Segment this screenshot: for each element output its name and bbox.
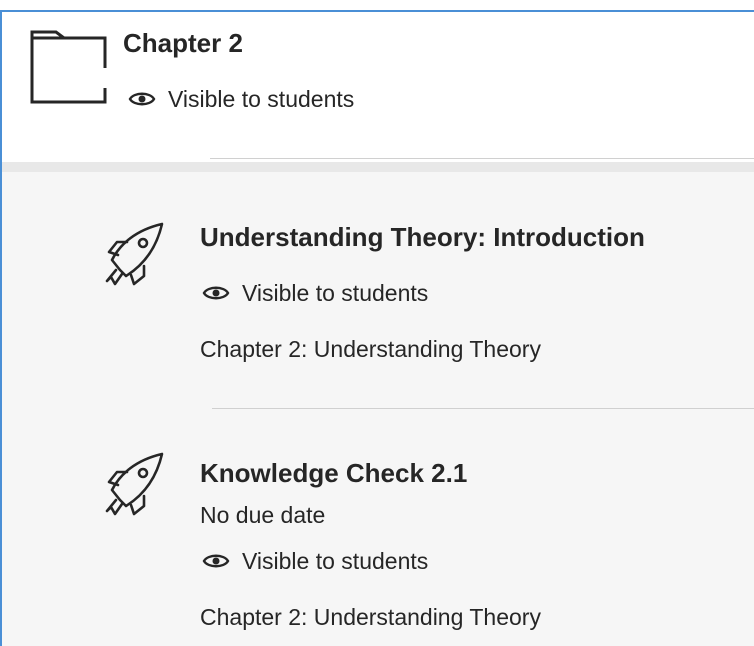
item-title[interactable]: Knowledge Check 2.1: [200, 458, 467, 489]
eye-icon: [202, 286, 230, 300]
rocket-icon: [105, 452, 164, 516]
visibility-label: Visible to students: [242, 279, 429, 306]
item-location: Chapter 2: Understanding Theory: [200, 336, 541, 362]
eye-icon: [128, 92, 156, 106]
visibility-label: Visible to students: [242, 547, 429, 574]
item-due-date: No due date: [200, 502, 326, 528]
item-visibility[interactable]: Visible to students: [202, 278, 428, 308]
folder-title[interactable]: Chapter 2: [123, 28, 243, 59]
item-visibility[interactable]: Visible to students: [202, 546, 428, 576]
folder-contents: Understanding Theory: Introduction Visib…: [2, 172, 754, 646]
eye-icon: [202, 554, 230, 568]
folder-content-band: [2, 162, 754, 172]
visibility-label: Visible to students: [168, 85, 355, 112]
folder-icon: [30, 30, 107, 104]
folder-row-chapter-2[interactable]: Chapter 2 Visible to students: [2, 12, 754, 162]
folder-visibility[interactable]: Visible to students: [128, 84, 354, 114]
item-location: Chapter 2: Understanding Theory: [200, 604, 541, 630]
item-divider: [212, 408, 754, 409]
course-content-frame: Chapter 2 Visible to students Understand…: [0, 0, 754, 646]
folder-divider: [210, 158, 754, 159]
item-title[interactable]: Understanding Theory: Introduction: [200, 222, 645, 253]
rocket-icon: [105, 222, 164, 286]
